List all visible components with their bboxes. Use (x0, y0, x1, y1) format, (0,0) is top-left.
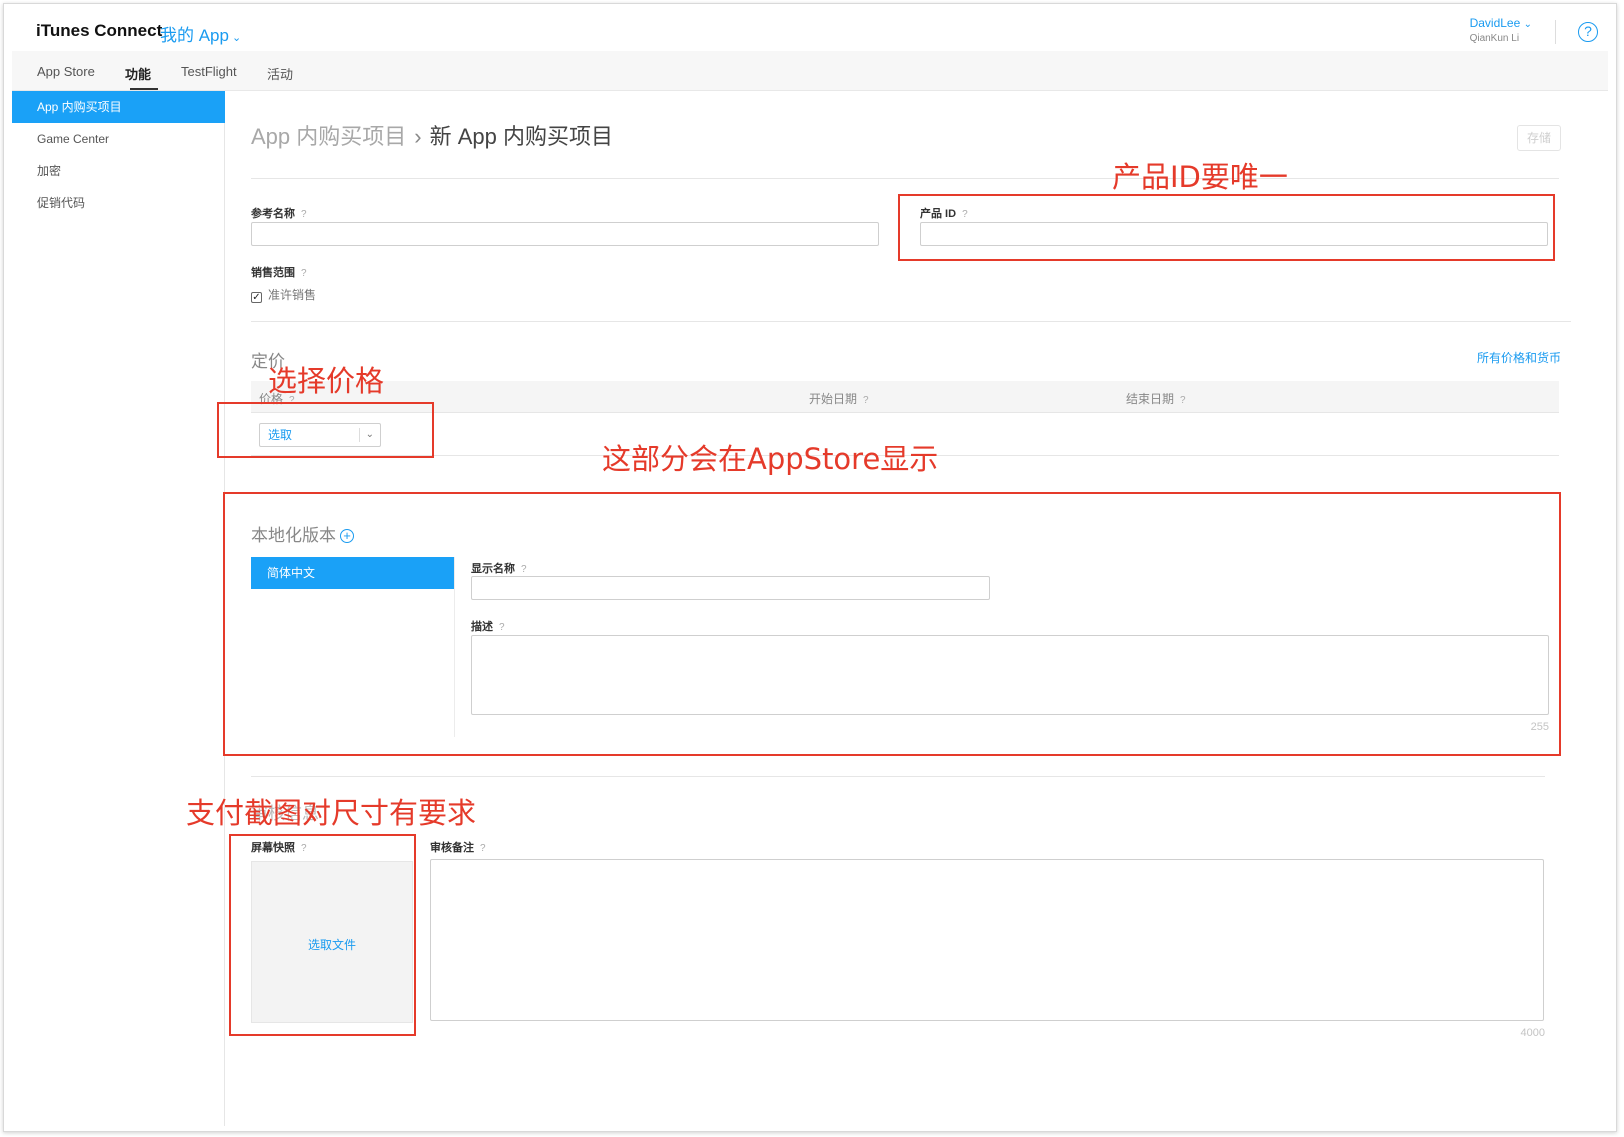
save-button[interactable]: 存储 (1517, 125, 1561, 151)
pricing-table-header: 价格? 开始日期? 结束日期? (251, 381, 1559, 413)
divider (251, 321, 1571, 322)
annotation-box-product-id (898, 194, 1555, 261)
help-question-icon[interactable]: ? (863, 395, 869, 406)
ref-name-input[interactable] (251, 222, 879, 246)
user-name: DavidLee ⌄ (1469, 16, 1532, 30)
help-question-icon[interactable]: ? (1180, 395, 1186, 406)
review-notes-label: 审核备注? (430, 842, 486, 854)
help-question-icon[interactable]: ? (480, 843, 486, 854)
allow-sale-checkbox[interactable]: ✓ (251, 292, 262, 303)
top-bar: iTunes Connect 我的 App ⌄ DavidLee ⌄ QianKu… (4, 4, 1616, 51)
end-date-column: 结束日期? (1126, 392, 1186, 406)
annotation-box-localization (223, 492, 1561, 756)
tab-bar: App Store 功能 TestFlight 活动 (12, 51, 1608, 91)
annotation-box-screenshot (229, 834, 416, 1036)
active-tab-indicator (130, 88, 158, 90)
user-menu[interactable]: DavidLee ⌄ QianKun Li (1470, 16, 1532, 44)
sidebar-item-in-app-purchases[interactable]: App 内购买项目 (12, 91, 225, 123)
ref-name-label: 参考名称? (251, 208, 307, 220)
annotation-screenshot-size: 支付截图对尺寸有要求 (186, 796, 477, 830)
divider (251, 178, 1559, 179)
breadcrumb: App 内购买项目 › 新 App 内购买项目 (251, 119, 613, 151)
sidebar-item-promo-codes[interactable]: 促销代码 (12, 187, 225, 219)
breadcrumb-parent[interactable]: App 内购买项目 (251, 124, 406, 149)
sidebar: App 内购买项目 Game Center 加密 促销代码 (12, 91, 225, 1126)
annotation-product-id-unique: 产品ID要唯一 (1112, 160, 1288, 194)
annotation-box-price (217, 402, 434, 458)
allow-sale-row[interactable]: ✓ 准许销售 (251, 286, 316, 303)
header-divider (1555, 20, 1556, 44)
start-date-column: 开始日期? (809, 392, 869, 406)
help-question-icon[interactable]: ? (301, 209, 307, 220)
allow-sale-label: 准许销售 (268, 288, 317, 302)
tab-app-store[interactable]: App Store (37, 64, 95, 79)
help-question-icon[interactable]: ? (301, 268, 307, 279)
brand-title: iTunes Connect (36, 21, 163, 40)
review-notes-textarea[interactable] (430, 859, 1544, 1021)
my-app-label: 我的 App (160, 26, 229, 45)
tab-testflight[interactable]: TestFlight (181, 64, 237, 79)
my-app-menu[interactable]: 我的 App ⌄ (160, 21, 241, 46)
sidebar-item-game-center[interactable]: Game Center (12, 123, 225, 155)
annotation-shown-in-appstore: 这部分会在AppStore显示 (602, 442, 939, 476)
user-full-name: QianKun Li (1469, 33, 1520, 44)
chevron-down-icon: ⌄ (231, 32, 242, 44)
tab-activity[interactable]: 活动 (267, 64, 293, 83)
chevron-down-icon: ⌄ (1523, 19, 1532, 30)
all-prices-link[interactable]: 所有价格和货币 (1477, 349, 1561, 366)
page-title: 新 App 内购买项目 (429, 124, 613, 149)
review-notes-char-limit: 4000 (1520, 1027, 1545, 1039)
sidebar-item-encryption[interactable]: 加密 (12, 155, 225, 187)
annotation-choose-price: 选择价格 (268, 364, 385, 398)
breadcrumb-separator: › (414, 124, 422, 149)
help-icon[interactable]: ? (1578, 22, 1598, 42)
app-window: iTunes Connect 我的 App ⌄ DavidLee ⌄ QianKu… (3, 3, 1617, 1132)
divider (251, 776, 1545, 777)
sales-scope-label: 销售范围? (251, 267, 307, 279)
tab-features[interactable]: 功能 (125, 64, 151, 83)
